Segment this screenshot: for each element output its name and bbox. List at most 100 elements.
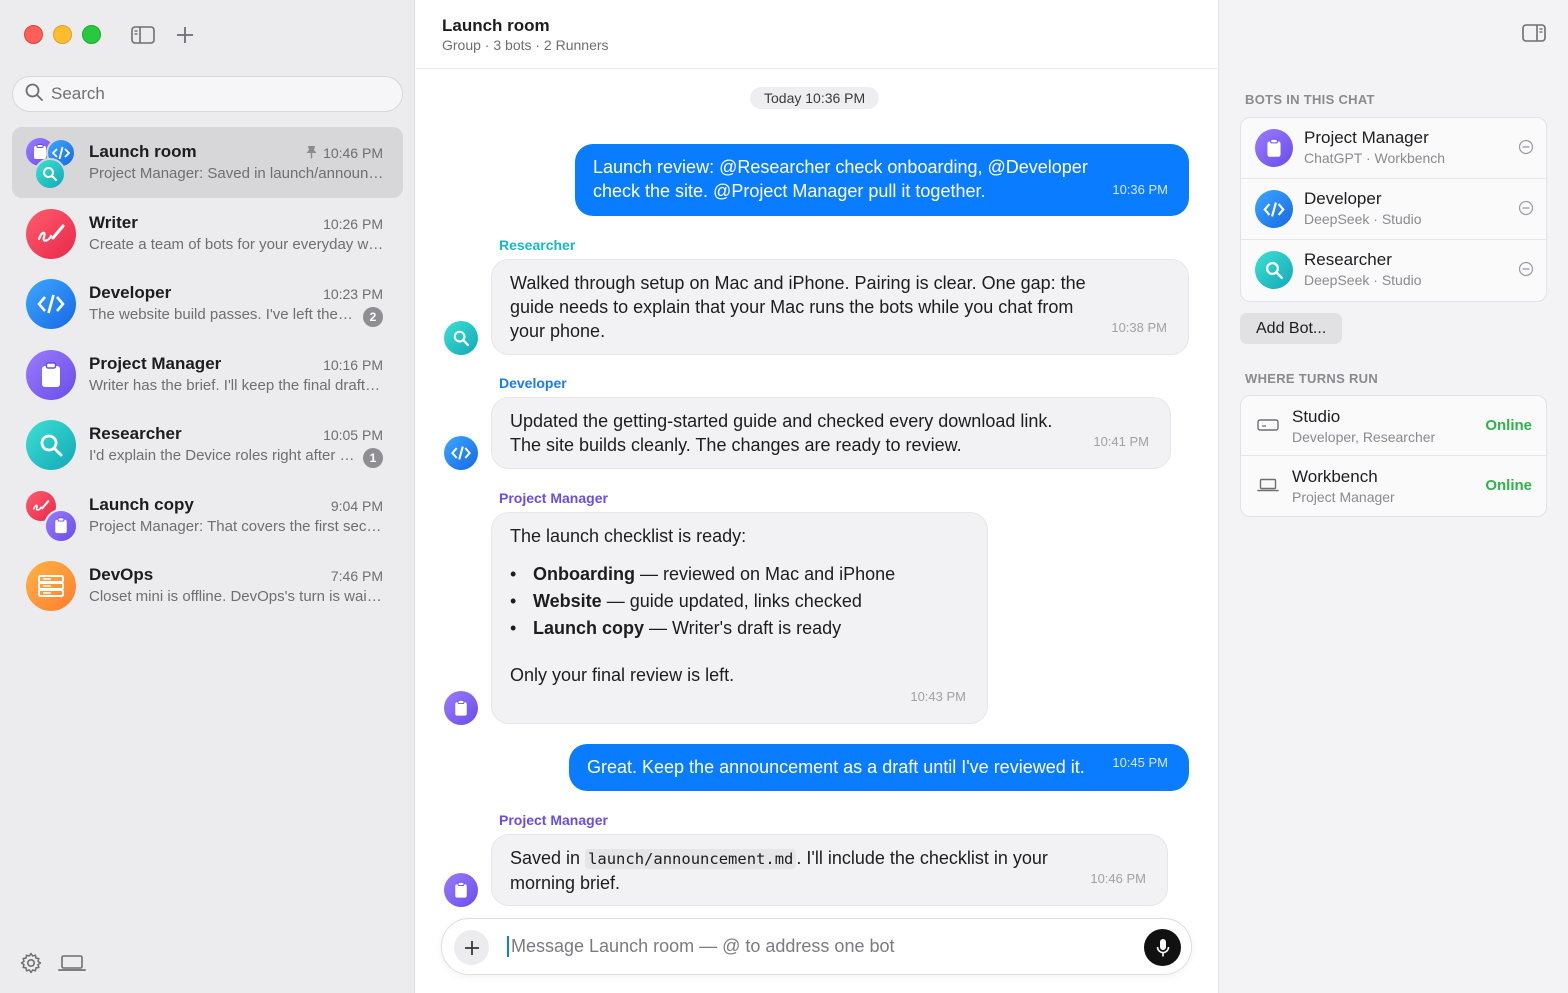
inspector-toggle-icon[interactable] <box>1522 24 1546 47</box>
zoom-window-button[interactable] <box>82 25 101 44</box>
magnifier-icon <box>26 420 76 470</box>
bot-message[interactable]: Walked through setup on Mac and iPhone. … <box>491 259 1189 355</box>
chat-preview: The website build passes. I've left the … <box>89 306 357 323</box>
message-line: Updated the getting-started guide and ch… <box>510 411 1053 431</box>
user-message[interactable]: Great. Keep the announcement as a draft … <box>569 744 1189 791</box>
sender-name: Project Manager <box>499 812 608 828</box>
bot-model: DeepSeek · Studio <box>1304 211 1422 227</box>
bot-message[interactable]: The launch checklist is ready: Onboardin… <box>491 512 988 724</box>
details-panel: BOTS IN THIS CHAT Project Manager ChatGP… <box>1218 0 1568 993</box>
bot-name: Developer <box>1304 189 1382 208</box>
minimize-window-button[interactable] <box>53 25 72 44</box>
runner-name: Workbench <box>1292 467 1378 486</box>
runners-card: Studio Developer, Researcher Online Work… <box>1240 395 1547 517</box>
chat-item-devops[interactable]: DevOps 7:46 PM Closet mini is offline. D… <box>12 550 403 621</box>
attach-plus-button[interactable] <box>454 930 489 965</box>
chat-view: Launch room Group · 3 bots · 2 Runners T… <box>416 0 1217 993</box>
message-text: Saved in <box>510 848 586 868</box>
chat-item-launch-copy[interactable]: Launch copy 9:04 PM Project Manager: Tha… <box>12 480 403 551</box>
message-time: 10:46 PM <box>1090 871 1146 886</box>
message-text: . I'll include the checklist in your <box>796 848 1048 868</box>
bot-row-developer[interactable]: Developer DeepSeek · Studio <box>1241 179 1546 240</box>
chat-item-developer[interactable]: Developer 10:23 PM The website build pas… <box>12 268 403 339</box>
clipboard-icon <box>26 349 76 400</box>
runner-status: Online <box>1485 477 1532 494</box>
remove-bot-icon[interactable] <box>1518 139 1534 160</box>
bot-name: Researcher <box>1304 250 1392 269</box>
chat-name: Writer <box>89 212 138 232</box>
chat-item-launch-room[interactable]: Launch room 10:46 PM Project Manager: Sa… <box>12 127 403 198</box>
message-time: 10:36 PM <box>1112 182 1168 197</box>
message-line: check the site. @Project Manager pull it… <box>593 181 986 201</box>
signature-pen-icon <box>26 208 76 259</box>
microphone-button[interactable] <box>1144 929 1181 966</box>
chat-time: 7:46 PM <box>330 568 383 584</box>
sidebar: Launch room 10:46 PM Project Manager: Sa… <box>0 0 415 993</box>
bot-model: ChatGPT · Workbench <box>1304 150 1446 166</box>
chat-item-writer[interactable]: Writer 10:26 PM Create a team of bots fo… <box>12 198 403 269</box>
remove-bot-icon[interactable] <box>1518 261 1534 282</box>
message-time: 10:38 PM <box>1111 320 1167 335</box>
sender-name: Developer <box>499 375 567 391</box>
runner-name: Studio <box>1292 407 1341 426</box>
chat-item-researcher[interactable]: Researcher 10:05 PM I'd explain the Devi… <box>12 409 403 480</box>
code-icon <box>26 279 76 329</box>
sender-name: Project Manager <box>499 490 608 506</box>
sidebar-footer <box>20 952 86 979</box>
new-chat-plus-icon[interactable] <box>172 22 198 48</box>
chat-name: Project Manager <box>89 353 222 373</box>
message-text: Great. Keep the announcement as a draft … <box>587 757 1085 777</box>
chat-subtitle: Group · 3 bots · 2 Runners <box>442 37 609 53</box>
unread-badge: 1 <box>363 448 383 468</box>
bot-message[interactable]: Saved in launch/announcement.md. I'll in… <box>491 834 1168 906</box>
magnifier-icon <box>444 321 478 355</box>
clipboard-icon <box>1255 129 1293 167</box>
remove-bot-icon[interactable] <box>1518 200 1534 221</box>
gear-icon[interactable] <box>20 952 42 979</box>
checklist-item-title: Onboarding <box>533 564 635 584</box>
chat-item-project-manager[interactable]: Project Manager 10:16 PM Writer has the … <box>12 339 403 410</box>
checklist-item-detail: — reviewed on Mac and iPhone <box>635 564 896 584</box>
message-input[interactable] <box>507 936 1127 957</box>
checklist-item: Launch copy — Writer's draft is ready <box>510 616 969 643</box>
clipboard-icon <box>444 691 478 725</box>
laptop-icon[interactable] <box>58 954 86 977</box>
checklist: Onboarding — reviewed on Mac and iPhone … <box>510 562 969 643</box>
runner-row-studio[interactable]: Studio Developer, Researcher Online <box>1241 396 1546 456</box>
message-line: guide needs to explain that your Mac run… <box>510 297 1074 317</box>
checklist-item-title: Website <box>533 591 602 611</box>
search-field[interactable] <box>12 76 403 112</box>
message-line: Launch review: @Researcher check onboard… <box>593 157 1088 177</box>
checklist-item: Onboarding — reviewed on Mac and iPhone <box>510 562 969 589</box>
chat-preview: Create a team of bots for your everyday … <box>89 235 384 253</box>
unread-badge: 2 <box>363 307 383 327</box>
bots-card: Project Manager ChatGPT · Workbench Deve… <box>1240 117 1547 302</box>
close-window-button[interactable] <box>24 25 43 44</box>
sidebar-toggle-icon[interactable] <box>130 22 156 48</box>
chat-time: 10:26 PM <box>323 215 383 232</box>
bot-row-researcher[interactable]: Researcher DeepSeek · Studio <box>1241 240 1546 301</box>
section-label-runs: WHERE TURNS RUN <box>1245 371 1379 386</box>
add-bot-button[interactable]: Add Bot... <box>1240 313 1343 344</box>
message-line: Saved in launch/announcement.md. I'll in… <box>510 846 1149 871</box>
bot-message[interactable]: Updated the getting-started guide and ch… <box>491 397 1171 469</box>
runner-row-workbench[interactable]: Workbench Project Manager Online <box>1241 456 1546 516</box>
message-time: 10:43 PM <box>910 689 966 704</box>
message-time: 10:45 PM <box>1112 755 1168 770</box>
chat-name: Researcher <box>89 424 182 443</box>
clipboard-icon <box>44 508 78 543</box>
chat-preview: Closet mini is offline. DevOps's turn is… <box>89 588 384 605</box>
pin-icon <box>306 145 317 164</box>
group-avatar <box>26 490 78 543</box>
magnifier-icon <box>1255 251 1293 289</box>
date-divider: Today 10:36 PM <box>750 87 880 109</box>
message-intro: The launch checklist is ready: <box>510 526 747 546</box>
code-icon <box>1255 190 1293 228</box>
bot-row-project-manager[interactable]: Project Manager ChatGPT · Workbench <box>1241 118 1546 179</box>
search-input[interactable] <box>51 84 371 104</box>
sender-name: Researcher <box>499 237 576 253</box>
clipboard-icon <box>444 873 478 907</box>
checklist-item-detail: — Writer's draft is ready <box>644 618 842 638</box>
user-message[interactable]: Launch review: @Researcher check onboard… <box>575 144 1189 216</box>
chat-preview: I'd explain the Device roles right after… <box>89 447 357 464</box>
